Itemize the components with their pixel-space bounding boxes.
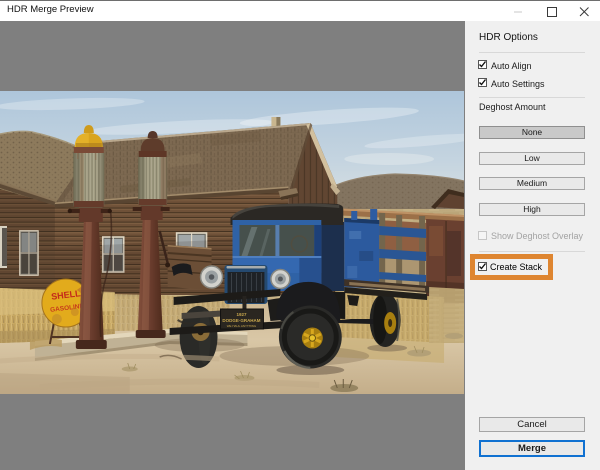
svg-text:WE HAUL ANYTHING: WE HAUL ANYTHING xyxy=(227,324,257,328)
svg-text:1927: 1927 xyxy=(236,312,246,317)
svg-text:DODGE·GRAHAM: DODGE·GRAHAM xyxy=(222,318,260,323)
